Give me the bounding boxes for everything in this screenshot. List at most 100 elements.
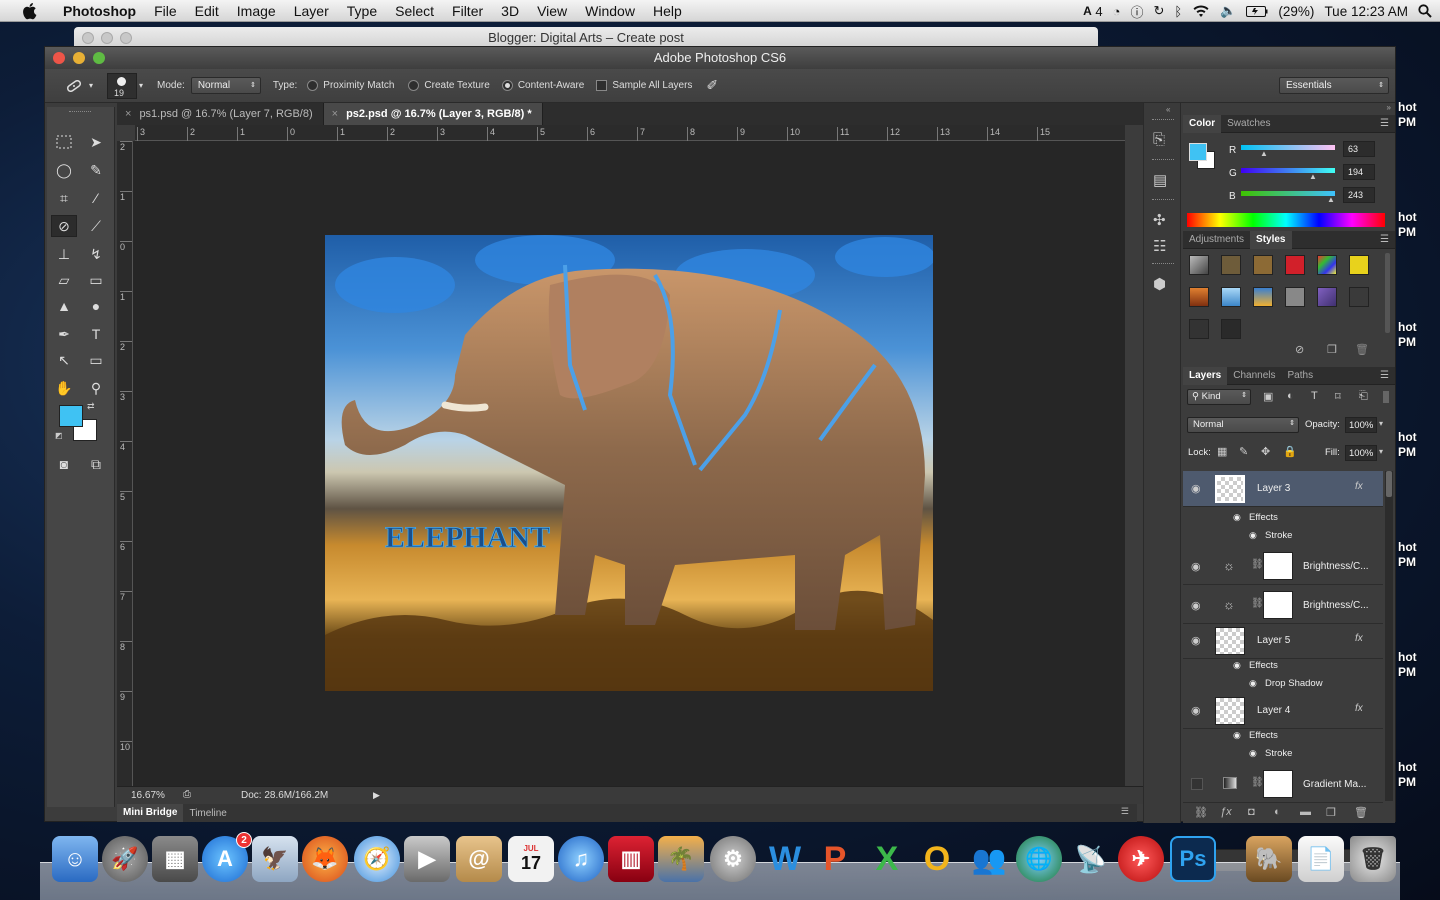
- hand-tool-icon[interactable]: ✋: [51, 377, 77, 399]
- quick-mask-icon[interactable]: ◙: [51, 453, 77, 475]
- tab-swatches[interactable]: Swatches: [1221, 115, 1276, 133]
- style-swatch[interactable]: [1221, 319, 1241, 339]
- effect-row[interactable]: ◉ Drop Shadow: [1183, 675, 1383, 693]
- b-value-field[interactable]: 243: [1343, 187, 1375, 203]
- path-selection-tool-icon[interactable]: ↖: [51, 349, 77, 371]
- layer-row[interactable]: ⛓ Gradient Ma...: [1183, 765, 1383, 803]
- panel-menu-icon[interactable]: ☰: [1121, 806, 1129, 817]
- history-panel-icon[interactable]: ⎘: [1153, 131, 1165, 148]
- spot-healing-brush-icon[interactable]: [63, 75, 85, 97]
- crop-tool-icon[interactable]: ⌗: [51, 187, 77, 209]
- brush-panel-icon[interactable]: ☷: [1153, 237, 1166, 255]
- zoom-level[interactable]: 16.67%: [131, 790, 165, 801]
- tab-channels[interactable]: Channels: [1227, 367, 1281, 385]
- slider-thumb-icon[interactable]: ▲: [1327, 195, 1335, 204]
- pressure-brush-icon[interactable]: ✐: [706, 77, 718, 94]
- effect-row[interactable]: ◉ Stroke: [1183, 527, 1383, 545]
- brush-picker-arrow[interactable]: ▾: [139, 81, 143, 90]
- new-adjustment-icon[interactable]: ◐: [1274, 806, 1281, 818]
- history-brush-tool-icon[interactable]: ↯: [83, 243, 109, 265]
- panel-menu-icon[interactable]: ☰: [1380, 370, 1389, 381]
- effect-eye-icon[interactable]: ◉: [1233, 512, 1241, 523]
- tab-ps2[interactable]: × ps2.psd @ 16.7% (Layer 3, RGB/8) *: [323, 103, 543, 125]
- brush-tool-icon[interactable]: ⟋: [83, 215, 109, 237]
- layer-row[interactable]: ◉ ☼ ⛓ Brightness/C...: [1183, 547, 1383, 585]
- panel-menu-icon[interactable]: ☰: [1380, 234, 1389, 245]
- opacity-field[interactable]: 100%: [1345, 417, 1377, 433]
- slider-thumb-icon[interactable]: ▲: [1260, 149, 1268, 158]
- styles-scrollbar[interactable]: [1385, 253, 1390, 333]
- eraser-tool-icon[interactable]: ▱: [51, 269, 77, 291]
- document-image[interactable]: ELEPHANT: [325, 235, 933, 691]
- color-panel-foreground[interactable]: [1189, 143, 1207, 161]
- rectangle-tool-icon[interactable]: ▭: [83, 349, 109, 371]
- add-mask-icon[interactable]: ◘: [1248, 806, 1255, 818]
- quick-select-tool-icon[interactable]: ✎: [83, 159, 109, 181]
- layer-row[interactable]: ◉ Layer 5 fx: [1183, 623, 1383, 659]
- tab-timeline[interactable]: Timeline: [183, 808, 232, 819]
- bluetooth-icon[interactable]: ᛒ: [1174, 4, 1182, 19]
- screen-mode-icon[interactable]: ⧉: [83, 453, 109, 475]
- style-swatch[interactable]: [1349, 255, 1369, 275]
- info-status-icon[interactable]: ⓘ: [1131, 2, 1144, 21]
- spotlight-search-icon[interactable]: [1418, 4, 1432, 18]
- menu-window[interactable]: Window: [576, 0, 644, 22]
- blue-slider[interactable]: [1241, 191, 1335, 196]
- menu-view[interactable]: View: [528, 0, 576, 22]
- blur-tool-icon[interactable]: ▲: [51, 295, 77, 317]
- minimize-dot[interactable]: [101, 32, 113, 44]
- tab-mini-bridge[interactable]: Mini Bridge: [117, 804, 184, 822]
- style-swatch[interactable]: [1253, 287, 1273, 307]
- style-swatch[interactable]: [1253, 255, 1273, 275]
- menu-image[interactable]: Image: [228, 0, 285, 22]
- menu-help[interactable]: Help: [644, 0, 691, 22]
- fx-icon[interactable]: fx: [1355, 703, 1363, 714]
- effect-eye-icon[interactable]: ◉: [1249, 678, 1257, 689]
- link-layers-icon[interactable]: ⛓: [1194, 806, 1208, 819]
- status-menu-arrow-icon[interactable]: ▶: [373, 790, 380, 801]
- wifi-icon[interactable]: [1192, 4, 1210, 18]
- effects-row[interactable]: ◉ Effects: [1183, 727, 1383, 745]
- menu-type[interactable]: Type: [338, 0, 386, 22]
- add-style-icon[interactable]: ƒx: [1220, 806, 1232, 818]
- menu-layer[interactable]: Layer: [285, 0, 338, 22]
- layer-name[interactable]: Layer 4: [1257, 705, 1290, 716]
- tab-layers[interactable]: Layers: [1183, 366, 1228, 385]
- filter-type-icon[interactable]: T: [1311, 390, 1318, 402]
- layer-name[interactable]: Gradient Ma...: [1303, 779, 1366, 790]
- lock-transparency-icon[interactable]: ▦: [1217, 445, 1227, 458]
- checkbox-sample-all-layers[interactable]: Sample All Layers: [596, 79, 692, 91]
- slider-thumb-icon[interactable]: ▲: [1309, 172, 1317, 181]
- color-spectrum-ramp[interactable]: [1187, 213, 1385, 227]
- photoshop-titlebar[interactable]: Adobe Photoshop CS6: [45, 47, 1395, 69]
- layer-row[interactable]: ◉ ☼ ⛓ Brightness/C...: [1183, 586, 1383, 624]
- filter-shape-icon[interactable]: ⌑: [1335, 390, 1341, 403]
- collapse-panels-icon[interactable]: »: [1387, 103, 1391, 112]
- effect-row[interactable]: ◉ Stroke: [1183, 745, 1383, 763]
- fx-icon[interactable]: fx: [1355, 481, 1363, 492]
- close-tab-icon[interactable]: ×: [125, 108, 131, 120]
- r-value-field[interactable]: 63: [1343, 141, 1375, 157]
- delete-layer-icon[interactable]: 🗑: [1354, 806, 1368, 819]
- visibility-eye-icon[interactable]: ◉: [1191, 482, 1203, 495]
- new-style-icon[interactable]: ❐: [1327, 343, 1337, 356]
- scroll-thumb[interactable]: [1386, 471, 1392, 497]
- foreground-color-swatch[interactable]: [59, 405, 83, 427]
- effects-row[interactable]: ◉ Effects: [1183, 509, 1383, 527]
- style-swatch[interactable]: [1285, 255, 1305, 275]
- tab-adjustments[interactable]: Adjustments: [1183, 231, 1250, 249]
- layer-name[interactable]: Layer 3: [1257, 483, 1290, 494]
- layer-row[interactable]: ◉ Layer 4 fx: [1183, 693, 1383, 729]
- style-swatch[interactable]: [1189, 319, 1209, 339]
- layer-name[interactable]: Brightness/C...: [1303, 561, 1369, 572]
- adobe-status-icon[interactable]: A 4: [1083, 4, 1103, 19]
- type-tool-icon[interactable]: T: [83, 323, 109, 345]
- export-icon[interactable]: ⎙: [183, 789, 191, 800]
- lock-image-icon[interactable]: ✎: [1239, 445, 1248, 458]
- fill-dropdown-icon[interactable]: ▾: [1379, 447, 1383, 456]
- layers-scrollbar[interactable]: [1385, 471, 1393, 801]
- zoom-tool-icon[interactable]: ⚲: [83, 377, 109, 399]
- tool-preset-dropdown[interactable]: ▾: [89, 81, 93, 90]
- menu-3d[interactable]: 3D: [492, 0, 528, 22]
- opacity-dropdown-icon[interactable]: ▾: [1379, 419, 1383, 428]
